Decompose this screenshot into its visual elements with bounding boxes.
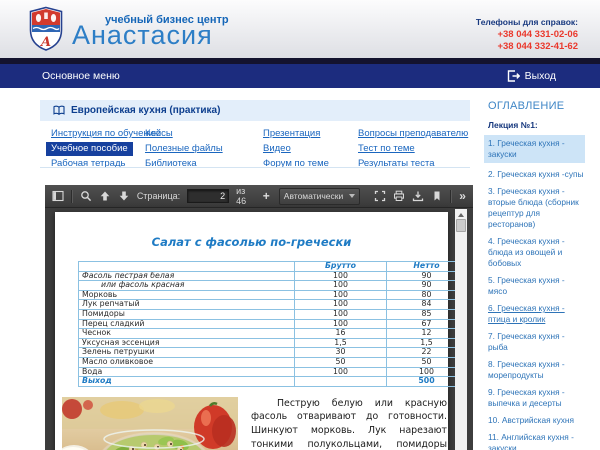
salad-photo bbox=[62, 397, 238, 450]
doc-bottom: Пеструю белую или красную фасоль отварив… bbox=[62, 397, 448, 450]
toc-sidebar: ОГЛАВЛЕНИЕ Лекция №1: 1. Греческая кухня… bbox=[488, 100, 594, 450]
link-topic-test[interactable]: Тест по теме bbox=[358, 142, 415, 156]
arrow-up-icon bbox=[99, 190, 111, 202]
toc-item-6[interactable]: 6. Греческая кухня - птица и кролик bbox=[488, 303, 585, 325]
scroll-up-arrow-icon bbox=[458, 213, 464, 217]
link-textbook-active[interactable]: Учебное пособие bbox=[46, 142, 133, 156]
table-row: Вода100100 bbox=[79, 367, 467, 377]
sidebar-toggle-button[interactable] bbox=[52, 190, 64, 202]
exit-icon bbox=[507, 70, 520, 82]
link-video[interactable]: Видео bbox=[263, 142, 291, 156]
toc-item-10[interactable]: 10. Австрийская кухня bbox=[488, 415, 585, 426]
toc-item-1-active[interactable]: 1. Греческая кухня - закуски bbox=[484, 135, 585, 163]
scale-select[interactable]: Автоматически bbox=[279, 188, 361, 205]
toolbar-separator bbox=[450, 190, 452, 203]
table-row: Чеснок1612 bbox=[79, 329, 467, 339]
book-icon bbox=[53, 105, 65, 116]
pdf-toolbar: Страница: из 46 + Автоматически bbox=[45, 185, 473, 208]
search-icon bbox=[80, 190, 92, 202]
find-button[interactable] bbox=[80, 190, 92, 202]
recipe-title: Салат с фасолью по-гречески bbox=[55, 212, 448, 249]
table-total-row: Выход500 bbox=[79, 377, 467, 387]
pdf-page: Салат с фасолью по-гречески Брутто Нетто… bbox=[55, 212, 448, 450]
sidebar-toggle-icon bbox=[52, 190, 64, 202]
toc-lecture-label: Лекция №1: bbox=[488, 120, 594, 130]
link-library[interactable]: Библиотека bbox=[145, 157, 197, 171]
col-brutto: Брутто bbox=[295, 262, 387, 272]
download-button[interactable] bbox=[412, 190, 424, 202]
toc-item-8[interactable]: 8. Греческая кухня - морепродукты bbox=[488, 359, 585, 381]
toc-item-4[interactable]: 4. Греческая кухня - блюда из овощей и б… bbox=[488, 236, 585, 269]
course-header: Европейская кухня (практика) bbox=[40, 100, 470, 121]
pdf-scrollbar[interactable] bbox=[455, 209, 467, 450]
menubar: Основное меню Выход bbox=[0, 64, 600, 88]
brand-name: Анастасия bbox=[72, 20, 213, 51]
phone-number-1: +38 044 331-02-06 bbox=[476, 30, 578, 40]
main-menu-link[interactable]: Основное меню bbox=[42, 70, 120, 82]
link-presentation[interactable]: Презентация bbox=[263, 127, 320, 141]
table-header-row: Брутто Нетто bbox=[79, 262, 467, 272]
toc-title: ОГЛАВЛЕНИЕ bbox=[488, 100, 594, 112]
page-label: Страница: bbox=[137, 191, 180, 201]
site-header: А учебный бизнес центр Анастасия Телефон… bbox=[0, 0, 600, 58]
course-title: Европейская кухня (практика) bbox=[71, 105, 220, 116]
phone-number-2: +38 044 332-41-62 bbox=[476, 42, 578, 52]
phones-block: Телефоны для справок: +38 044 331-02-06 … bbox=[476, 17, 578, 51]
zoom-in-button[interactable]: + bbox=[261, 189, 272, 203]
table-row: Помидоры10085 bbox=[79, 309, 467, 319]
logo-letter: А bbox=[40, 35, 52, 50]
table-row: Зелень петрушки3022 bbox=[79, 348, 467, 358]
scale-value: Автоматически bbox=[284, 191, 343, 201]
toc-item-11[interactable]: 11. Английская кухня - закуски bbox=[488, 432, 585, 450]
table-row: Уксусная эссенция1,51,5 bbox=[79, 338, 467, 348]
toolbar-separator bbox=[71, 190, 73, 203]
link-workbook[interactable]: Рабочая тетрадь bbox=[51, 157, 125, 171]
dropdown-arrow-icon bbox=[349, 194, 355, 198]
toc-item-2[interactable]: 2. Греческая кухня -супы bbox=[488, 169, 585, 180]
logout-label: Выход bbox=[525, 70, 556, 82]
download-icon bbox=[412, 190, 424, 202]
phones-label: Телефоны для справок: bbox=[476, 17, 578, 27]
link-useful-files[interactable]: Полезные файлы bbox=[145, 142, 223, 156]
next-page-button[interactable] bbox=[118, 190, 130, 202]
table-row: Масло оливковое5050 bbox=[79, 357, 467, 367]
toc-list: 1. Греческая кухня - закуски 2. Греческа… bbox=[488, 135, 594, 450]
page-input[interactable] bbox=[187, 189, 229, 203]
course-links: Инструкция по обучению Кейсы Презентация… bbox=[40, 127, 470, 171]
link-topic-forum[interactable]: Форум по теме bbox=[263, 157, 329, 171]
bookmark-button[interactable] bbox=[431, 190, 443, 202]
table-row: Морковь10080 bbox=[79, 290, 467, 300]
logout-button[interactable]: Выход bbox=[507, 70, 556, 82]
print-button[interactable] bbox=[393, 190, 405, 202]
prev-page-button[interactable] bbox=[99, 190, 111, 202]
logo-shield-icon: А bbox=[28, 6, 64, 52]
page-count: из 46 bbox=[236, 186, 254, 206]
pdf-viewer: Страница: из 46 + Автоматически bbox=[45, 185, 473, 450]
table-row: Перец сладкий10067 bbox=[79, 319, 467, 329]
table-row: или фасоль красная10090 bbox=[79, 281, 467, 291]
toc-item-3[interactable]: 3. Греческая кухня - вторые блюда (сборн… bbox=[488, 186, 585, 230]
ingredients-table: Брутто Нетто Фасоль пестрая белая10090 и… bbox=[78, 261, 467, 387]
scrollbar-thumb[interactable] bbox=[456, 219, 466, 232]
table-row: Фасоль пестрая белая10090 bbox=[79, 271, 467, 281]
toc-item-9[interactable]: 9. Греческая кухня - выпечка и десерты bbox=[488, 387, 585, 409]
print-icon bbox=[393, 190, 405, 202]
pdf-body: Салат с фасолью по-гречески Брутто Нетто… bbox=[45, 209, 473, 450]
toc-item-7[interactable]: 7. Греческая кухня - рыба bbox=[488, 331, 585, 353]
page: А учебный бизнес центр Анастасия Телефон… bbox=[0, 0, 600, 450]
link-cases[interactable]: Кейсы bbox=[145, 127, 173, 141]
toc-item-5[interactable]: 5. Греческая кухня - мясо bbox=[488, 275, 585, 297]
presentation-mode-button[interactable] bbox=[374, 190, 386, 202]
more-tools-button[interactable]: » bbox=[459, 189, 466, 203]
section-separator bbox=[40, 167, 470, 168]
recipe-paragraph: Пеструю белую или красную фасоль отварив… bbox=[251, 397, 447, 450]
arrow-down-icon bbox=[118, 190, 130, 202]
table-row: Лук репчатый10084 bbox=[79, 300, 467, 310]
link-teacher-questions[interactable]: Вопросы преподавателю bbox=[358, 127, 468, 141]
expand-icon bbox=[374, 190, 386, 202]
bookmark-icon bbox=[431, 190, 443, 202]
link-test-results[interactable]: Результаты теста bbox=[358, 157, 434, 171]
